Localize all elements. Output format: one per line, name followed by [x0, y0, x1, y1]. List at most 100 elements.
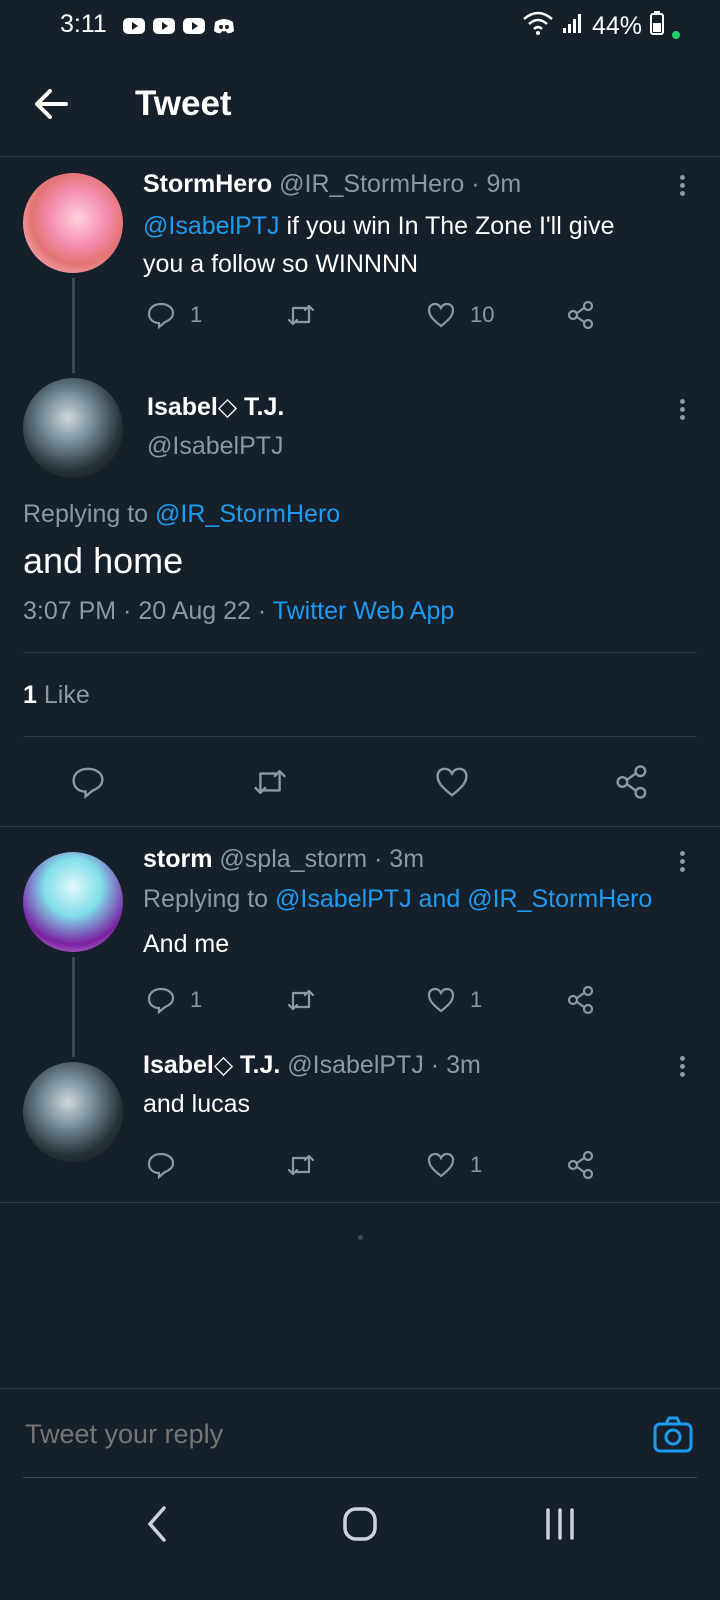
system-nav-bar	[0, 1478, 720, 1600]
like-count: 10	[470, 302, 495, 327]
replying-prefix: Replying to	[143, 885, 276, 913]
display-name[interactable]: storm	[143, 845, 212, 873]
like-icon	[436, 767, 468, 797]
status-right: 44%	[522, 10, 680, 43]
share-button[interactable]	[614, 764, 650, 800]
battery-icon	[650, 11, 664, 42]
signal-icon	[562, 11, 584, 42]
reply-icon	[147, 302, 175, 330]
handle: @IR_StormHero	[279, 170, 465, 198]
page-title: Tweet	[135, 84, 232, 123]
text-line: if you win In The Zone I'll give	[279, 212, 615, 240]
back-button[interactable]	[30, 82, 74, 126]
divider	[23, 652, 697, 653]
youtube-icon	[152, 16, 176, 36]
mention-link[interactable]: @IR_StormHero	[155, 500, 340, 528]
retweet-icon	[287, 989, 315, 1011]
youtube-icon	[182, 16, 206, 36]
share-button[interactable]	[566, 300, 596, 330]
retweet-icon	[287, 1154, 315, 1176]
retweet-button[interactable]	[286, 300, 426, 330]
arrow-left-icon	[35, 89, 68, 119]
share-button[interactable]	[566, 985, 596, 1015]
reply-count: 1	[190, 987, 203, 1012]
tweet-text: And me	[143, 930, 230, 958]
reply-bar	[0, 1388, 720, 1479]
discord-icon	[212, 16, 236, 36]
loading-indicator	[358, 1235, 363, 1240]
tweet-actions: 1	[146, 1150, 596, 1180]
likes-summary[interactable]: 1 Like	[23, 681, 90, 710]
like-button[interactable]: 10	[426, 300, 566, 330]
like-icon	[427, 1152, 455, 1178]
reply-button[interactable]	[70, 764, 106, 800]
more-options-button[interactable]	[670, 1053, 694, 1083]
avatar[interactable]	[23, 852, 123, 952]
handle: @spla_storm	[219, 845, 368, 873]
replying-to: Replying to @IR_StormHero	[23, 500, 340, 529]
focused-actions	[70, 764, 650, 800]
tweet-header: Isabel◇ T.J. @IsabelPTJ · 3m	[143, 1050, 481, 1080]
tweet-text: @IsabelPTJ if you win In The Zone I'll g…	[143, 207, 615, 283]
tweet-actions: 1 10	[146, 300, 596, 330]
tweet-text: and home	[23, 540, 184, 581]
header: Tweet	[0, 62, 720, 154]
source-link[interactable]: Twitter Web App	[273, 597, 455, 625]
mention-link[interactable]: @IsabelPTJ	[275, 885, 412, 913]
camera-icon	[653, 1416, 693, 1453]
likes-number: 1	[23, 681, 37, 709]
mention-link[interactable]: @IsabelPTJ	[143, 212, 280, 240]
retweet-button[interactable]	[250, 764, 290, 800]
reply-icon	[147, 1152, 175, 1180]
camera-button[interactable]	[652, 1414, 694, 1456]
more-options-button[interactable]	[670, 172, 694, 202]
handle: @IsabelPTJ	[287, 1051, 424, 1079]
share-icon	[616, 765, 647, 799]
like-button[interactable]: 1	[426, 1150, 566, 1180]
tweet-actions: 1 1	[146, 985, 596, 1015]
divider	[0, 156, 720, 157]
retweet-icon	[287, 304, 315, 326]
like-icon	[427, 302, 455, 328]
display-name[interactable]: Isabel◇ T.J.	[143, 1051, 280, 1079]
nav-back-button[interactable]	[140, 1502, 176, 1546]
battery-text: 44%	[591, 12, 642, 40]
share-icon	[567, 300, 594, 330]
status-bar: 3:11 44%	[0, 0, 720, 52]
avatar[interactable]	[23, 378, 123, 478]
reply-button[interactable]	[146, 1150, 286, 1180]
reply-button[interactable]: 1	[146, 985, 286, 1015]
retweet-button[interactable]	[286, 985, 426, 1015]
display-name[interactable]: Isabel◇ T.J.	[147, 392, 284, 422]
reply-icon	[72, 767, 104, 799]
replying-to: Replying to @IsabelPTJ and @IR_StormHero	[143, 885, 652, 914]
avatar[interactable]	[23, 1062, 123, 1162]
tweet-header: StormHero @IR_StormHero · 9m	[143, 170, 521, 199]
reply-count: 1	[190, 302, 203, 327]
like-count: 1	[470, 987, 483, 1012]
more-options-button[interactable]	[670, 396, 694, 426]
share-button[interactable]	[566, 1150, 596, 1180]
retweet-button[interactable]	[286, 1150, 426, 1180]
nav-recents-button[interactable]	[540, 1502, 580, 1546]
status-time: 3:11	[60, 10, 107, 38]
likes-label: Like	[43, 681, 90, 709]
nav-home-button[interactable]	[340, 1502, 380, 1546]
like-button[interactable]	[434, 764, 470, 800]
reply-button[interactable]: 1	[146, 300, 286, 330]
mention-link[interactable]: @IR_StormHero	[467, 885, 652, 913]
privacy-dot	[672, 30, 680, 39]
display-name[interactable]: StormHero	[143, 170, 272, 198]
reply-icon	[147, 987, 175, 1015]
time-ago: · 3m	[430, 1051, 481, 1079]
like-button[interactable]: 1	[426, 985, 566, 1015]
more-options-button[interactable]	[670, 848, 694, 878]
thread-line	[72, 278, 75, 373]
avatar[interactable]	[23, 173, 123, 273]
time-ago: · 9m	[471, 170, 522, 198]
replying-prefix: Replying to	[23, 500, 156, 528]
status-notification-icons	[122, 16, 236, 36]
time-ago: · 3m	[374, 845, 425, 873]
divider	[0, 1202, 720, 1203]
reply-input[interactable]	[23, 1413, 607, 1455]
